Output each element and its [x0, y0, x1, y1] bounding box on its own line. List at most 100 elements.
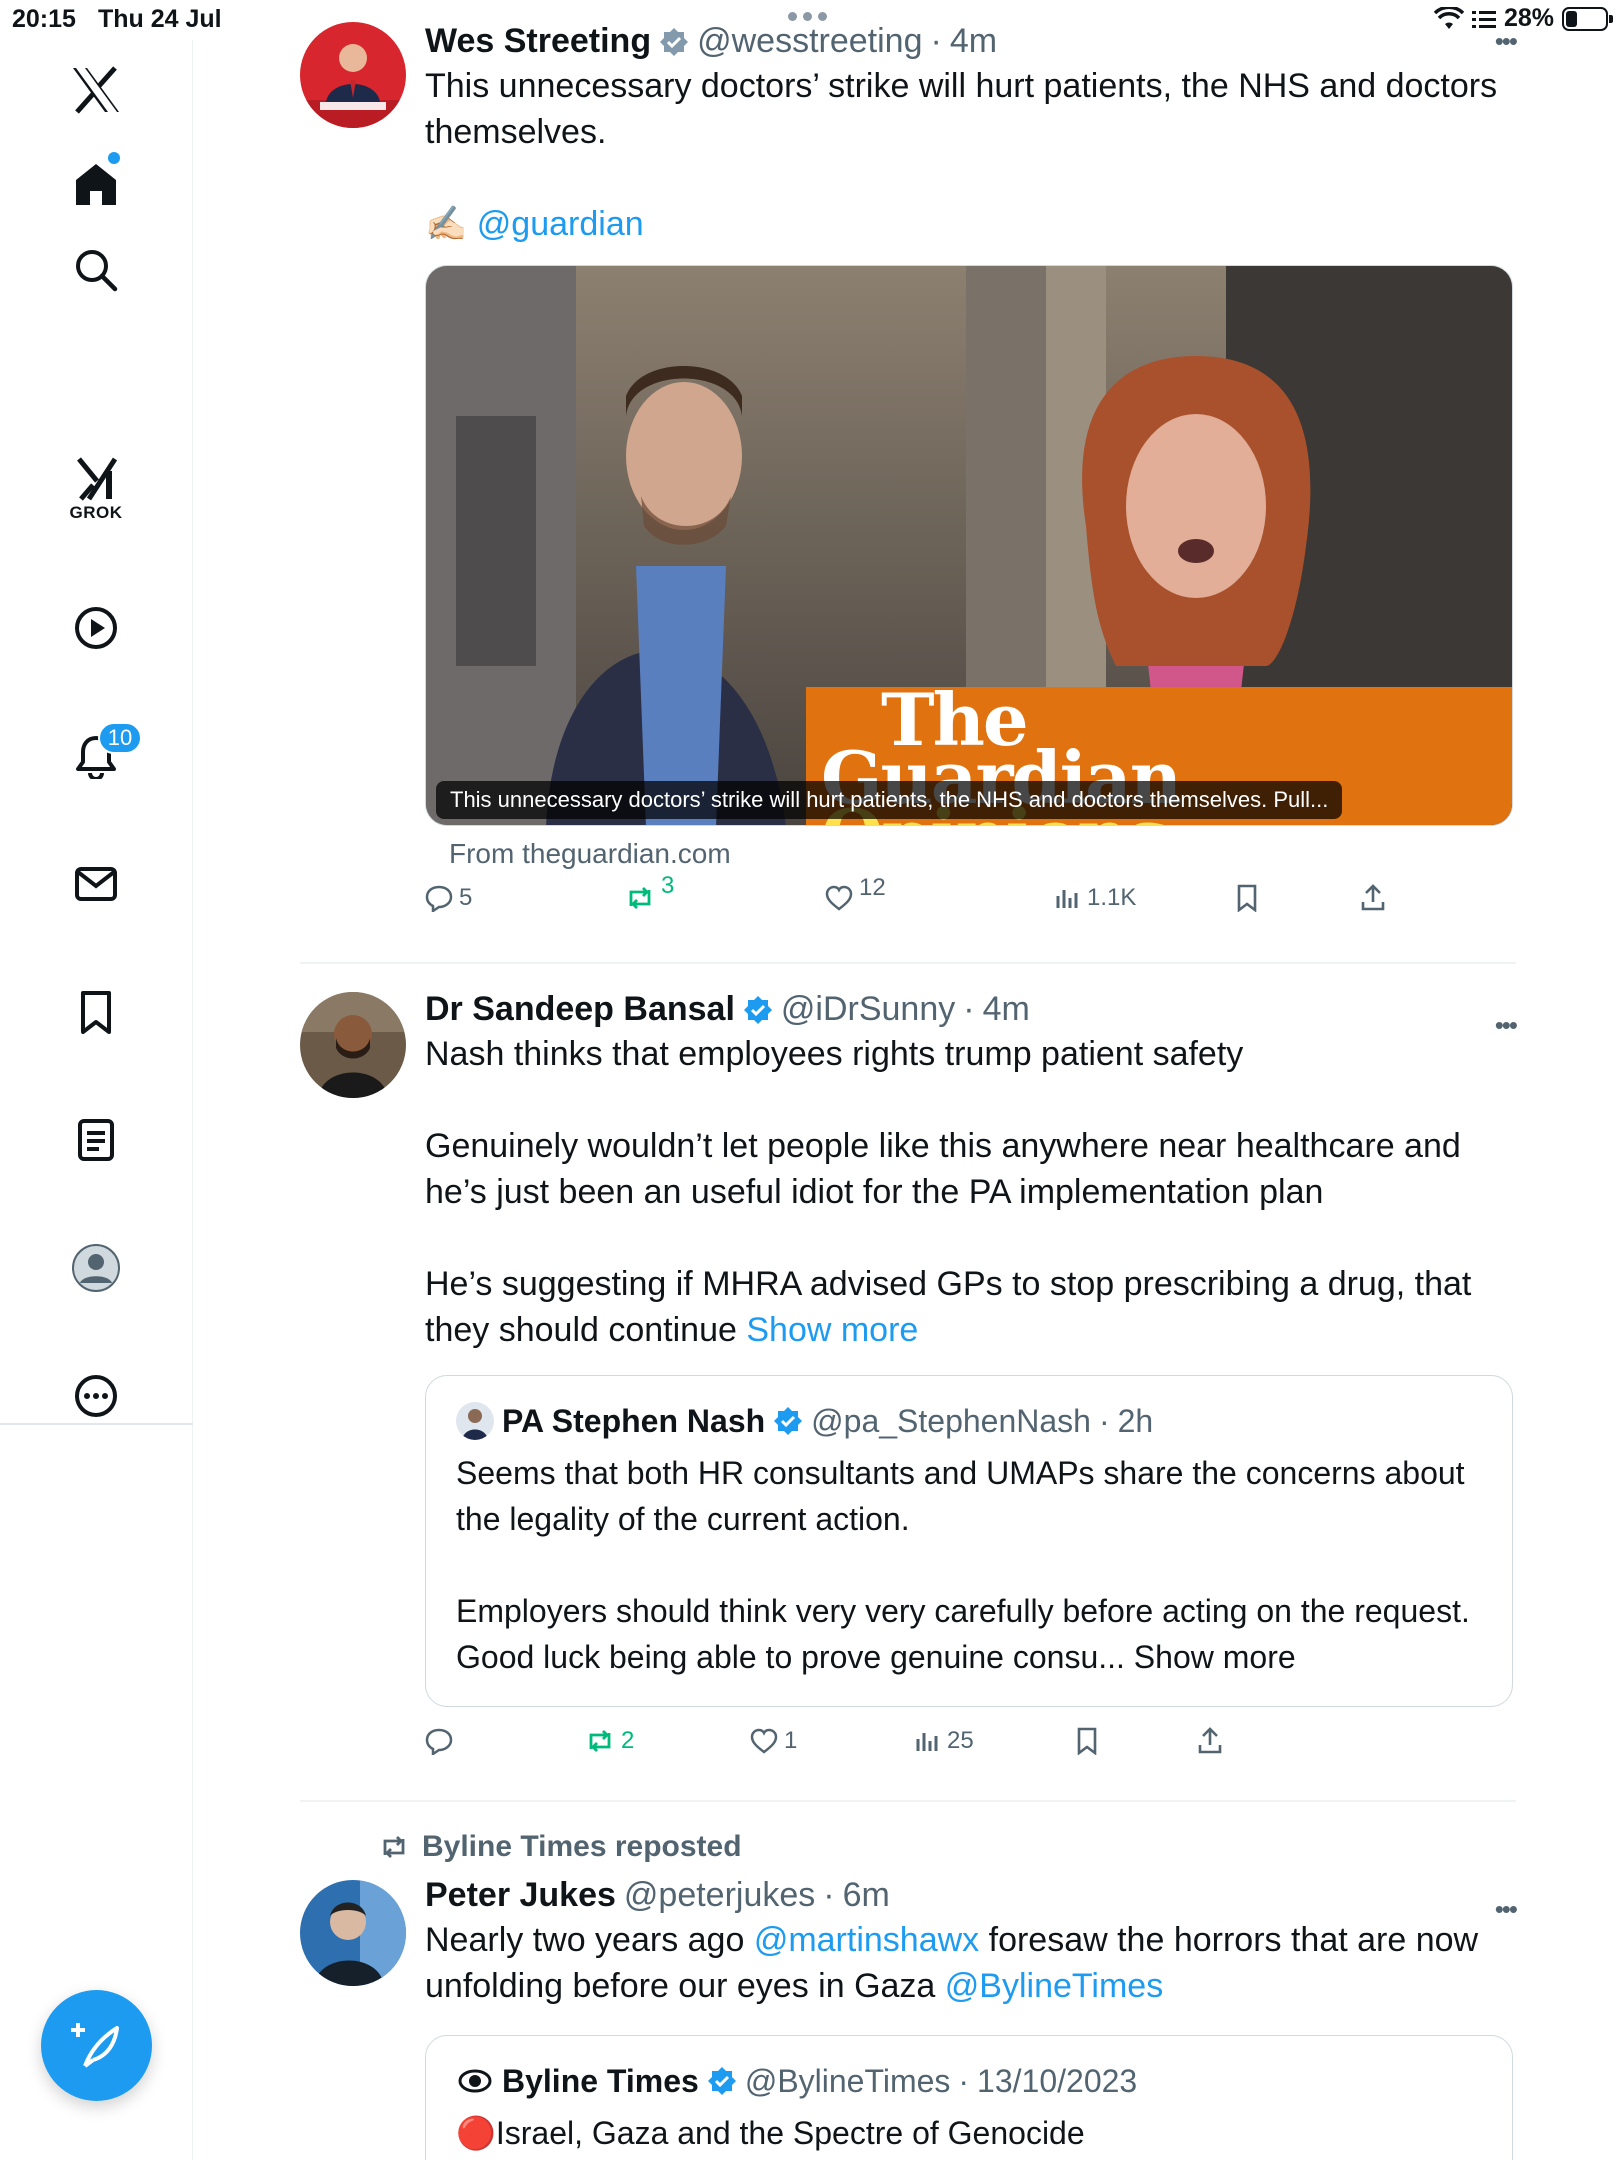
like-count: 1	[784, 1727, 798, 1754]
bookmark-button[interactable]	[1075, 1727, 1099, 1755]
author-name[interactable]: Dr Sandeep Bansal	[425, 990, 735, 1029]
repost-context[interactable]: Byline Times reposted	[378, 1830, 742, 1864]
post-actions: 5 3 12 1.1K	[425, 872, 1425, 934]
quote-author-name: PA Stephen Nash	[502, 1402, 766, 1439]
link-card-image[interactable]: The Guardian Opinions This unnecessary d…	[425, 265, 1513, 826]
views-count: 25	[947, 1727, 974, 1754]
mention-link[interactable]: @BylineTimes	[945, 1967, 1163, 2005]
views-button[interactable]: 1.1K	[1055, 884, 1136, 912]
reply-icon	[425, 885, 453, 912]
reply-count: 5	[459, 884, 473, 911]
quote-time: 13/10/2023	[977, 2062, 1138, 2099]
quoted-post[interactable]: PA Stephen Nash @pa_StephenNash · 2h See…	[425, 1375, 1513, 1707]
post-more-icon[interactable]: •••	[1495, 26, 1518, 57]
post-text: Nearly two years ago @martinshawx foresa…	[425, 1921, 1488, 2005]
repost-icon	[589, 1730, 611, 1752]
verified-blue-icon	[743, 995, 772, 1024]
card-source[interactable]: From theguardian.com	[449, 838, 1515, 870]
like-count: 12	[859, 874, 886, 901]
home-icon[interactable]	[56, 144, 136, 224]
reply-button[interactable]	[425, 1727, 459, 1755]
post-time[interactable]: 4m	[950, 22, 997, 61]
search-icon[interactable]	[56, 230, 136, 310]
sidebar: GROK 10	[0, 40, 193, 2160]
grok-icon[interactable]: GROK	[56, 450, 136, 530]
mention-link[interactable]: @guardian	[477, 205, 644, 243]
post-header: Dr Sandeep Bansal @iDrSunny · 4m	[425, 990, 1515, 1029]
mention-link[interactable]: @martinshawx	[754, 1921, 979, 1959]
compose-post-button[interactable]	[41, 1990, 152, 2101]
views-button[interactable]: 25	[915, 1727, 974, 1755]
repost-icon	[383, 1836, 405, 1858]
profile-icon[interactable]	[56, 1228, 136, 1308]
repost-count: 3	[661, 872, 675, 899]
quote-author-name: Byline Times	[502, 2062, 699, 2099]
author-handle[interactable]: @iDrSunny	[781, 990, 955, 1029]
share-icon	[1361, 884, 1385, 911]
bookmarks-icon[interactable]	[56, 972, 136, 1052]
x-logo-icon[interactable]	[56, 50, 136, 130]
reply-icon	[425, 1728, 453, 1755]
repost-button[interactable]: 3	[625, 872, 674, 912]
like-button[interactable]: 1	[750, 1727, 797, 1755]
unread-dot	[108, 152, 120, 164]
post-time[interactable]: 4m	[983, 990, 1030, 1029]
author-name[interactable]: Wes Streeting	[425, 22, 651, 61]
quote-header: Byline Times @BylineTimes · 13/10/2023	[456, 2062, 1482, 2100]
post-time[interactable]: 6m	[843, 1876, 890, 1915]
multitasking-dots-icon[interactable]	[788, 12, 827, 21]
quote-text-paragraph: Seems that both HR consultants and UMAPs…	[456, 1455, 1474, 1537]
video-icon[interactable]	[56, 588, 136, 668]
lists-icon[interactable]	[56, 1100, 136, 1180]
author-handle[interactable]: @wesstreeting	[697, 22, 922, 61]
post-text-paragraph: Genuinely wouldn’t let people like this …	[425, 1127, 1471, 1211]
feather-plus-icon	[70, 2022, 119, 2068]
quote-text-paragraph: Employers should think very very careful…	[456, 1593, 1479, 1675]
quote-author-handle: @pa_StephenNash	[811, 1402, 1091, 1439]
quote-header: PA Stephen Nash @pa_StephenNash · 2h	[456, 1402, 1482, 1440]
messages-icon[interactable]	[56, 844, 136, 924]
post-header: Wes Streeting @wesstreeting · 4m	[425, 22, 1515, 61]
grok-label: GROK	[69, 503, 123, 522]
repost-button[interactable]: 2	[585, 1727, 634, 1755]
author-handle[interactable]: @peterjukes	[624, 1876, 815, 1915]
views-count: 1.1K	[1087, 884, 1137, 911]
post-header: Peter Jukes @peterjukes · 6m	[425, 1876, 1515, 1915]
bookmark-button[interactable]	[1235, 884, 1259, 912]
quoted-post[interactable]: Byline Times @BylineTimes · 13/10/2023 🔴…	[425, 2035, 1513, 2160]
share-button[interactable]	[1360, 884, 1386, 912]
post-divider	[300, 1800, 1516, 1802]
post-credit: ✍🏻 @guardian	[425, 201, 1515, 247]
repost-icon	[629, 887, 651, 909]
verified-gray-icon	[660, 27, 689, 56]
show-more-link[interactable]: Show more	[746, 1311, 918, 1349]
post-more-icon[interactable]: •••	[1495, 1894, 1518, 1925]
repost-count: 2	[621, 1727, 635, 1754]
sidebar-divider	[0, 1423, 193, 1425]
quote-avatar	[456, 2062, 494, 2100]
quote-avatar	[456, 1402, 494, 1440]
separator-dot: ·	[1098, 1402, 1110, 1439]
reply-button[interactable]: 5	[425, 884, 472, 912]
verified-blue-icon	[774, 1407, 803, 1435]
quote-show-more[interactable]: Show more	[1134, 1639, 1296, 1675]
views-icon	[916, 1733, 938, 1751]
notifications-icon[interactable]: 10	[56, 716, 142, 796]
date: Thu 24 Jul	[98, 5, 222, 33]
separator-dot: ·	[958, 2062, 970, 2099]
writing-hand-emoji: ✍🏻	[425, 205, 468, 243]
post-more-icon[interactable]: •••	[1495, 1010, 1518, 1041]
heart-icon	[750, 1728, 778, 1754]
clock: 20:15	[12, 5, 76, 33]
verified-blue-icon	[707, 2067, 736, 2095]
share-button[interactable]	[1197, 1727, 1223, 1755]
battery-icon	[1562, 6, 1613, 31]
like-button[interactable]: 12	[825, 874, 886, 912]
author-name[interactable]: Peter Jukes	[425, 1876, 616, 1915]
avatar[interactable]	[300, 992, 406, 1098]
avatar[interactable]	[300, 22, 406, 128]
quote-time: 2h	[1117, 1402, 1154, 1439]
repost-context-label: Byline Times reposted	[422, 1830, 742, 1863]
avatar[interactable]	[300, 1880, 406, 1986]
red-circle-emoji: 🔴	[456, 2115, 496, 2151]
